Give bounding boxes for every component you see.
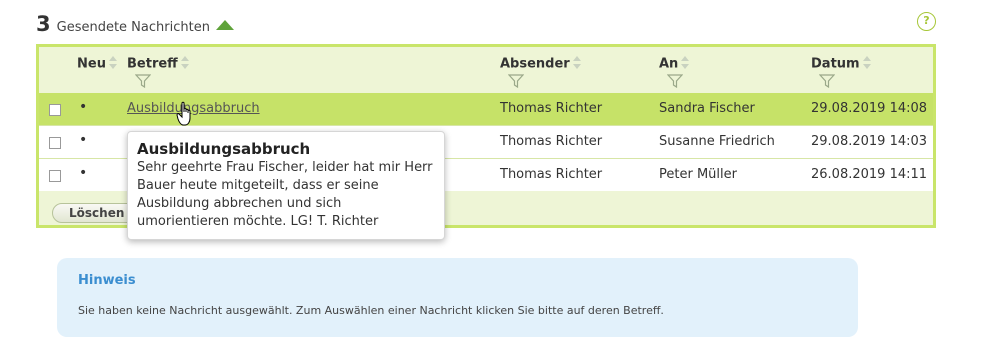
column-datum[interactable]: Datum: [811, 56, 872, 72]
row-checkbox[interactable]: [49, 137, 61, 149]
filter-icon[interactable]: [135, 74, 151, 88]
column-absender-label: Absender: [500, 56, 570, 72]
filter-icon[interactable]: [667, 74, 683, 88]
message-count: 3: [36, 12, 51, 36]
filter-icon[interactable]: [508, 74, 524, 88]
unread-bullet: •: [79, 132, 88, 148]
column-an-label: An: [659, 56, 679, 72]
recipient-cell: Peter Müller: [659, 167, 737, 182]
notice-box: Hinweis Sie haben keine Nachricht ausgew…: [57, 258, 858, 337]
page-title: Gesendete Nachrichten: [56, 20, 210, 35]
sort-icon[interactable]: [862, 56, 872, 72]
sender-cell: Thomas Richter: [500, 101, 603, 116]
column-betreff-label: Betreff: [127, 56, 178, 72]
sort-icon[interactable]: [180, 56, 190, 72]
column-absender[interactable]: Absender: [500, 56, 582, 72]
message-preview-tooltip: Ausbildungsabbruch Sehr geehrte Frau Fis…: [127, 131, 445, 240]
column-betreff[interactable]: Betreff: [127, 56, 190, 72]
date-cell: 26.08.2019 14:11: [811, 167, 928, 182]
notice-title: Hinweis: [78, 273, 136, 288]
unread-bullet: •: [79, 99, 88, 115]
date-cell: 29.08.2019 14:08: [811, 101, 928, 116]
column-neu[interactable]: Neu: [77, 56, 118, 72]
date-cell: 29.08.2019 14:03: [811, 134, 928, 149]
filter-icon[interactable]: [819, 74, 835, 88]
recipient-cell: Sandra Fischer: [659, 101, 755, 116]
help-icon[interactable]: ?: [917, 12, 936, 31]
sender-cell: Thomas Richter: [500, 167, 603, 182]
page-header: 3 Gesendete Nachrichten: [36, 12, 234, 40]
tooltip-body: Sehr geehrte Frau Fischer, leider hat mi…: [137, 160, 433, 229]
collapse-up-icon[interactable]: [215, 20, 234, 30]
table-row[interactable]: • Ausbildungsabbruch Thomas Richter Sand…: [39, 93, 933, 125]
notice-text: Sie haben keine Nachricht ausgewählt. Zu…: [78, 304, 664, 317]
recipient-cell: Susanne Friedrich: [659, 134, 775, 149]
sort-icon[interactable]: [108, 56, 118, 72]
column-datum-label: Datum: [811, 56, 860, 72]
sender-cell: Thomas Richter: [500, 134, 603, 149]
table-header: Neu Betreff Absender An Datum: [39, 47, 933, 91]
sort-icon[interactable]: [572, 56, 582, 72]
tooltip-title: Ausbildungsabbruch: [137, 140, 311, 158]
column-neu-label: Neu: [77, 56, 106, 72]
row-checkbox[interactable]: [49, 104, 61, 116]
sort-icon[interactable]: [680, 56, 690, 72]
column-an[interactable]: An: [659, 56, 690, 72]
row-checkbox[interactable]: [49, 170, 61, 182]
hand-cursor-icon: [176, 101, 191, 126]
unread-bullet: •: [79, 165, 88, 181]
